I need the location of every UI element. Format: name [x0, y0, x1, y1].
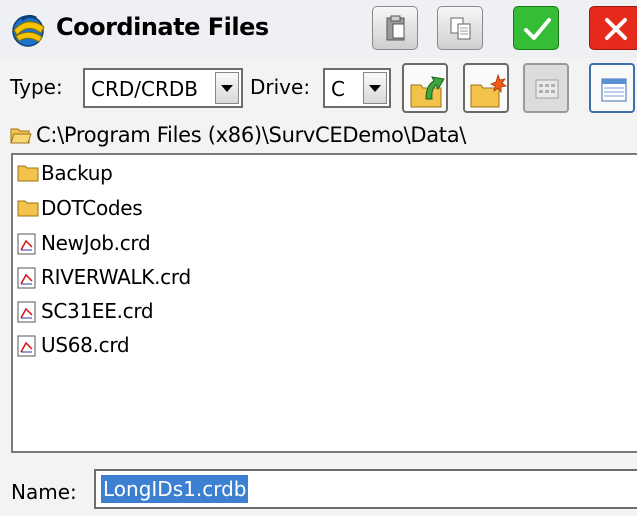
crd-file-icon [17, 267, 36, 289]
details-view-button[interactable] [589, 63, 635, 113]
name-input[interactable]: LongIDs1.crdb [94, 469, 637, 509]
file-name: RIVERWALK.crd [41, 265, 191, 289]
folder-up-icon [410, 76, 445, 108]
window-title: Coordinate Files [56, 13, 269, 41]
name-bar: Name: LongIDs1.crdb [0, 466, 637, 514]
close-icon [605, 18, 627, 40]
file-name: SC31EE.crd [41, 299, 154, 323]
folder-icon [17, 200, 39, 217]
chevron-down-icon [369, 85, 381, 92]
drive-dropdown-value: C [331, 77, 345, 101]
current-path: C:\Program Files (x86)\SurvCEDemo\Data\ [36, 123, 467, 147]
title-bar: Coordinate Files [0, 0, 637, 58]
crd-file-icon [17, 335, 36, 357]
copy-button[interactable] [437, 6, 483, 50]
paste-icon [386, 15, 405, 41]
file-name: NewJob.crd [41, 231, 151, 255]
new-folder-icon [470, 73, 507, 108]
cancel-button[interactable] [589, 6, 637, 50]
paste-button[interactable] [372, 6, 418, 50]
list-view-icon [535, 79, 559, 99]
type-dropdown[interactable]: CRD/CRDB [83, 68, 243, 108]
drive-dropdown[interactable]: C [323, 68, 391, 108]
crd-file-icon [17, 233, 36, 255]
folder-open-icon [10, 128, 32, 144]
file-list[interactable]: Backup DOTCodes NewJob.crd RIVERWALK.crd… [11, 153, 637, 453]
folder-up-button[interactable] [402, 63, 448, 113]
file-name: DOTCodes [41, 196, 143, 220]
current-path-bar: C:\Program Files (x86)\SurvCEDemo\Data\ [0, 120, 637, 152]
drive-dropdown-arrow[interactable] [363, 72, 387, 104]
type-dropdown-arrow[interactable] [215, 72, 239, 104]
app-logo-icon [12, 14, 45, 47]
folder-icon [17, 165, 39, 182]
file-name: US68.crd [41, 333, 130, 357]
copy-icon [450, 17, 471, 40]
filter-toolbar: Type: CRD/CRDB Drive: C [0, 58, 637, 118]
type-dropdown-value: CRD/CRDB [91, 77, 198, 101]
ok-button[interactable] [513, 6, 559, 50]
chevron-down-icon [221, 85, 233, 92]
details-view-icon [601, 78, 627, 102]
type-label: Type: [10, 75, 63, 99]
checkmark-icon [524, 18, 551, 40]
new-folder-button[interactable] [463, 63, 509, 113]
drive-label: Drive: [250, 75, 311, 99]
file-name: Backup [41, 161, 113, 185]
name-label: Name: [11, 480, 77, 504]
list-view-button[interactable] [523, 63, 569, 113]
name-input-value[interactable]: LongIDs1.crdb [101, 475, 249, 503]
crd-file-icon [17, 301, 36, 323]
